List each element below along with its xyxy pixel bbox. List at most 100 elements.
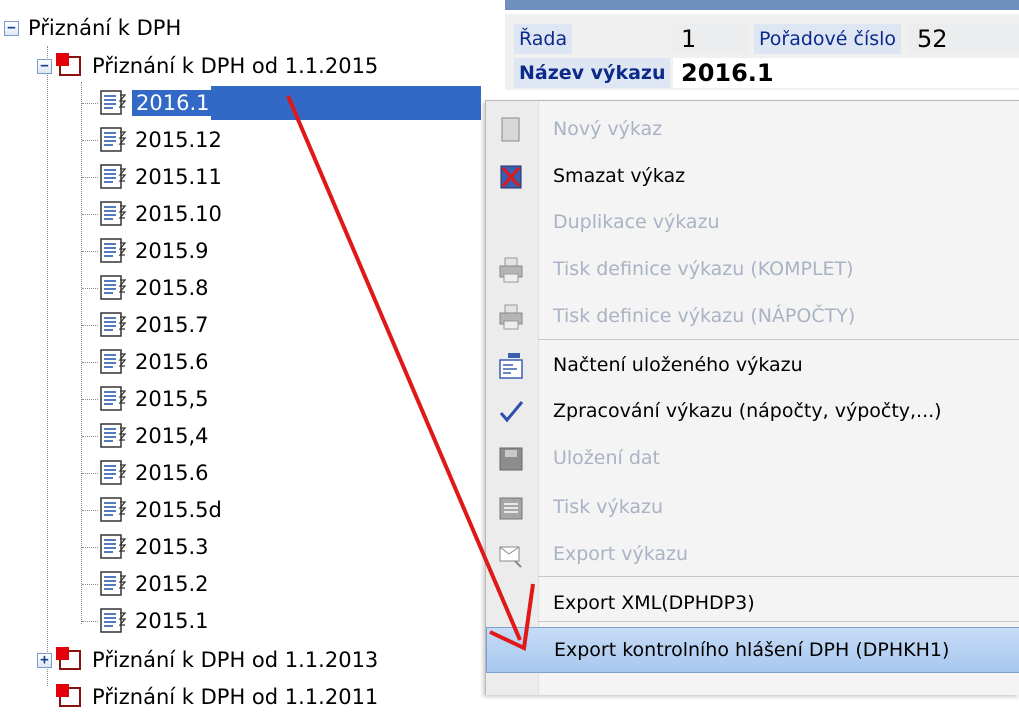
menu-item[interactable]: Duplikace výkazu (486, 199, 1019, 245)
tree-node-group-2013[interactable]: + Přiznání k DPH od 1.1.2013 (37, 643, 381, 677)
menu-separator (538, 339, 1019, 340)
tree-connector (82, 250, 98, 252)
tree-node-group-2015[interactable]: − Přiznání k DPH od 1.1.2015 (37, 49, 381, 83)
tree-node-label: 2015.3 (135, 535, 209, 559)
tree-connector (82, 176, 98, 178)
report-icon (100, 312, 127, 337)
menu-item-label: Smazat výkaz (553, 165, 686, 187)
delete-icon (496, 162, 526, 192)
rada-field[interactable]: 1 (673, 24, 749, 54)
tree-node-label: 2015.11 (135, 165, 222, 189)
report-icon (100, 90, 127, 115)
tree-connector (82, 583, 98, 585)
collapse-icon[interactable]: − (4, 20, 19, 36)
report-icon (100, 164, 127, 189)
new-doc-icon (496, 115, 526, 145)
tree-node-report[interactable]: 2015.6 (82, 345, 211, 379)
save-icon (496, 444, 526, 474)
tree-node-report[interactable]: 2015.1 (82, 604, 211, 638)
tree-connector (82, 509, 98, 511)
tree-connector (82, 620, 98, 622)
menu-item[interactable]: Nový výkaz (486, 106, 1019, 152)
selection-highlight (211, 86, 482, 120)
tree-connector (82, 324, 98, 326)
report-group-icon (56, 684, 84, 710)
poradove-cislo-field[interactable]: 52 (909, 24, 1019, 54)
menu-item-label: Tisk výkazu (553, 496, 664, 518)
window-title-strip (505, 0, 1019, 10)
tree-node-report[interactable]: 2015.12 (82, 123, 225, 157)
tree-node-group-2011[interactable]: + Přiznání k DPH od 1.1.2011 (37, 680, 381, 714)
tree-node-label: 2015.6 (135, 461, 209, 485)
tree-node-label: 2015,4 (135, 424, 209, 448)
tree-node-report[interactable]: 2015.6 (82, 456, 211, 490)
tree-node-report[interactable]: 2015.5d (82, 493, 225, 527)
menu-item[interactable]: Export kontrolního hlášení DPH (DPHKH1) (486, 627, 1019, 673)
tree-node-label: 2015.12 (135, 128, 222, 152)
rada-label: Řada (514, 24, 573, 54)
tree-connector (82, 472, 98, 474)
tree-node-label: 2015.7 (135, 313, 209, 337)
poradove-cislo-label: Pořadové číslo (754, 24, 902, 54)
menu-item[interactable]: Smazat výkaz (486, 153, 1019, 199)
menu-item[interactable]: Tisk definice výkazu (NÁPOČTY) (486, 293, 1019, 339)
report-tree[interactable]: − Přiznání k DPH − Přiznání k DPH od 1.1… (0, 0, 500, 709)
tree-connector (82, 213, 98, 215)
report-icon (100, 571, 127, 596)
menu-item[interactable]: Export XML(DPHDP3) (486, 580, 1019, 626)
menu-item[interactable]: Tisk definice výkazu (KOMPLET) (486, 246, 1019, 292)
context-menu[interactable]: Nový výkaz Smazat výkaz Duplikace výkazu Ti… (485, 100, 1019, 695)
tree-node-report[interactable]: 2015.10 (82, 197, 225, 231)
menu-item-label: Export výkazu (553, 543, 689, 565)
report-icon (100, 534, 127, 559)
menu-item-label: Duplikace výkazu (553, 211, 720, 233)
tree-connector (82, 435, 98, 437)
tree-node-selected[interactable]: 2016.1 (82, 86, 482, 120)
report-group-icon (56, 647, 84, 673)
tree-node-report[interactable]: 2015.2 (82, 567, 211, 601)
printer-icon (496, 255, 526, 285)
tree-node-report[interactable]: 2015.9 (82, 234, 211, 268)
report-icon (100, 349, 127, 374)
tree-connector (47, 46, 48, 686)
report-icon (100, 127, 127, 152)
menu-item[interactable]: Načtení uloženého výkazu (486, 342, 1019, 388)
menu-item-label: Tisk definice výkazu (KOMPLET) (553, 258, 854, 280)
tree-node-report[interactable]: 2015,5 (82, 382, 211, 416)
report-header: Řada 1 Pořadové číslo 52 Název výkazu 20… (505, 14, 1019, 90)
tree-connector (82, 102, 98, 104)
report-icon (100, 423, 127, 448)
menu-item[interactable]: Uložení dat (486, 435, 1019, 481)
expand-icon[interactable]: + (37, 652, 52, 668)
tree-node-label: Přiznání k DPH (28, 16, 182, 40)
tree-node-root[interactable]: − Přiznání k DPH (4, 11, 184, 45)
tree-node-report[interactable]: 2015.11 (82, 160, 225, 194)
tree-node-report[interactable]: 2015.7 (82, 308, 211, 342)
report-icon (100, 238, 127, 263)
menu-item-label: Zpracování výkazu (nápočty, výpočty,...) (553, 400, 942, 422)
menu-item-label: Tisk definice výkazu (NÁPOČTY) (553, 305, 856, 327)
report-icon (100, 608, 127, 633)
tree-node-label: 2015,5 (135, 387, 209, 411)
tree-node-label: 2015.5d (135, 498, 222, 522)
tree-node-label: Přiznání k DPH od 1.1.2011 (92, 685, 379, 709)
nazev-vykazu-field[interactable]: 2016.1 (673, 58, 1019, 88)
tree-connector (82, 139, 98, 141)
menu-item[interactable]: Zpracování výkazu (nápočty, výpočty,...) (486, 388, 1019, 434)
tree-node-report[interactable]: 2015.3 (82, 530, 211, 564)
report-icon (100, 275, 127, 300)
tree-node-label: 2015.10 (135, 202, 222, 226)
collapse-icon[interactable]: − (37, 58, 52, 74)
export-icon (496, 540, 526, 570)
printer-icon (496, 302, 526, 332)
menu-item-label: Nový výkaz (553, 118, 663, 140)
report-icon (100, 460, 127, 485)
tree-node-report[interactable]: 2015,4 (82, 419, 211, 453)
tree-node-label: 2015.6 (135, 350, 209, 374)
tree-node-report[interactable]: 2015.8 (82, 271, 211, 305)
menu-item[interactable]: Export výkazu (486, 531, 1019, 577)
tree-node-label: 2015.9 (135, 239, 209, 263)
menu-item[interactable]: Tisk výkazu (486, 484, 1019, 530)
report-icon (100, 386, 127, 411)
tree-node-label: Přiznání k DPH od 1.1.2013 (92, 648, 379, 672)
